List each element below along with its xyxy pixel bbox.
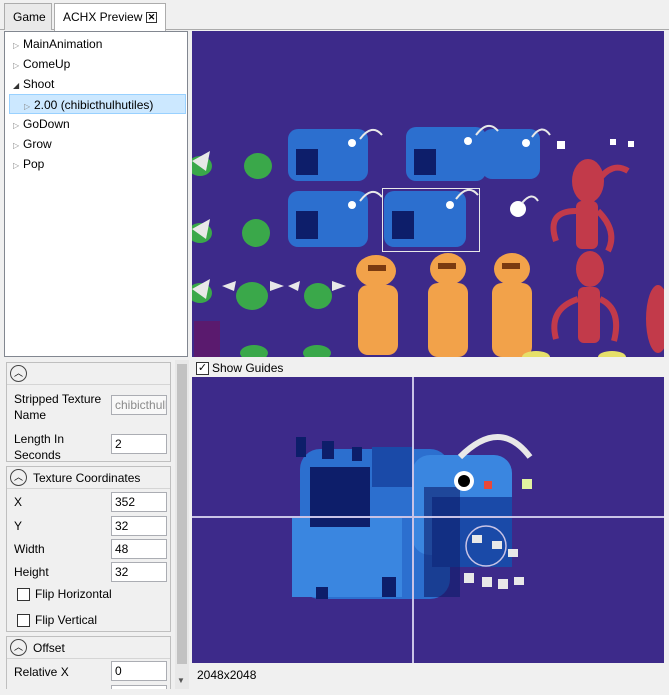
x-label: X bbox=[14, 495, 23, 509]
expand-arrow-icon[interactable]: ▷ bbox=[13, 56, 23, 76]
y-label: Y bbox=[14, 519, 23, 533]
close-icon[interactable]: ✕ bbox=[146, 12, 157, 23]
tree-item-pop[interactable]: ▷ Pop bbox=[13, 154, 44, 174]
relative-x-label: Relative X bbox=[14, 665, 69, 679]
tab-achx-preview[interactable]: ACHX Preview ✕ bbox=[54, 3, 166, 31]
property-group-texture-coordinates: ︿ Texture Coordinates X 352 Y 32 Width 4… bbox=[6, 466, 171, 632]
tab-game-label: Game bbox=[13, 10, 46, 24]
sprite-sheet-canvas[interactable] bbox=[192, 31, 664, 357]
offset-title: Offset bbox=[33, 641, 65, 655]
expand-arrow-icon[interactable]: ▷ bbox=[13, 136, 23, 156]
offset-header[interactable]: ︿ Offset bbox=[7, 637, 170, 659]
guide-vertical-line bbox=[412, 377, 414, 663]
relative-y-field[interactable]: 0 bbox=[111, 685, 167, 689]
stripped-texture-name-label: Stripped Texture Name bbox=[14, 392, 102, 422]
show-guides-checkbox[interactable]: ✓ bbox=[196, 362, 209, 375]
texture-coordinates-title: Texture Coordinates bbox=[33, 471, 141, 485]
tree-item-comeup[interactable]: ▷ ComeUp bbox=[13, 54, 70, 74]
flip-vertical-checkbox[interactable] bbox=[17, 614, 30, 627]
stripped-texture-name-field: chibicthull bbox=[111, 395, 167, 415]
tree-item-label: Grow bbox=[23, 137, 52, 151]
preview-toolbar: ✓ Show Guides bbox=[192, 359, 664, 377]
length-in-seconds-label: Length In Seconds bbox=[14, 432, 65, 462]
y-field[interactable]: 32 bbox=[111, 516, 167, 536]
flip-horizontal-label: Flip Horizontal bbox=[35, 587, 112, 601]
tree-item-grow[interactable]: ▷ Grow bbox=[13, 134, 52, 154]
width-field[interactable]: 48 bbox=[111, 539, 167, 559]
length-in-seconds-field[interactable]: 2 bbox=[111, 434, 167, 454]
expand-arrow-icon[interactable]: ▷ bbox=[13, 116, 23, 136]
selected-frame-rectangle[interactable] bbox=[382, 188, 480, 252]
tree-item-shoot[interactable]: ◢ Shoot bbox=[13, 74, 54, 94]
tab-achx-preview-label: ACHX Preview bbox=[63, 10, 143, 24]
tree-item-label: ComeUp bbox=[23, 57, 71, 71]
show-guides-label: Show Guides bbox=[212, 361, 284, 375]
anglerfish-frame-image bbox=[292, 434, 533, 599]
property-group-general-header: ︿ bbox=[7, 363, 170, 385]
tree-item-frame-selected[interactable]: ▷ 2.00 (chibicthulhutiles) bbox=[9, 94, 186, 114]
tab-game[interactable]: Game bbox=[4, 3, 52, 30]
collapse-up-icon[interactable]: ︿ bbox=[10, 469, 27, 486]
frame-preview-canvas[interactable] bbox=[192, 377, 664, 663]
tree-item-label: MainAnimation bbox=[23, 37, 103, 51]
tree-item-godown[interactable]: ▷ GoDown bbox=[13, 114, 70, 134]
property-group-offset: ︿ Offset Relative X 0 0 bbox=[6, 636, 171, 689]
x-field[interactable]: 352 bbox=[111, 492, 167, 512]
expand-arrow-icon[interactable]: ▷ bbox=[13, 36, 23, 56]
property-grid-scrollbar[interactable]: ▼ bbox=[175, 360, 189, 689]
width-label: Width bbox=[14, 542, 45, 556]
flip-vertical-label: Flip Vertical bbox=[35, 613, 98, 627]
scroll-down-arrow-icon[interactable]: ▼ bbox=[177, 676, 185, 685]
collapse-up-icon[interactable]: ︿ bbox=[10, 365, 27, 382]
texture-coordinates-header[interactable]: ︿ Texture Coordinates bbox=[7, 467, 170, 489]
tree-item-label: Shoot bbox=[23, 77, 55, 91]
relative-x-field[interactable]: 0 bbox=[111, 661, 167, 681]
animation-tree[interactable]: ▷ MainAnimation ▷ ComeUp ◢ Shoot ▷ 2.00 (chi… bbox=[4, 31, 188, 357]
property-grid: ︿ Stripped Texture Name chibicthull Leng… bbox=[4, 360, 189, 689]
height-label: Height bbox=[14, 565, 49, 579]
height-field[interactable]: 32 bbox=[111, 562, 167, 582]
expand-arrow-icon[interactable]: ▷ bbox=[13, 156, 23, 176]
flip-horizontal-checkbox[interactable] bbox=[17, 588, 30, 601]
document-tab-bar: Game ACHX Preview ✕ bbox=[0, 0, 669, 31]
tree-item-label: 2.00 (chibicthulhutiles) bbox=[34, 98, 154, 112]
property-group-general: ︿ Stripped Texture Name chibicthull Leng… bbox=[6, 362, 171, 462]
texture-size-label: 2048x2048 bbox=[197, 668, 257, 682]
guide-horizontal-line bbox=[192, 516, 664, 518]
tree-item-mainanimation[interactable]: ▷ MainAnimation bbox=[13, 34, 102, 54]
tree-item-label: Pop bbox=[23, 157, 45, 171]
collapse-arrow-icon[interactable]: ◢ bbox=[13, 76, 23, 96]
scrollbar-thumb[interactable] bbox=[177, 364, 187, 664]
tree-item-label: GoDown bbox=[23, 117, 70, 131]
collapse-up-icon[interactable]: ︿ bbox=[10, 639, 27, 656]
